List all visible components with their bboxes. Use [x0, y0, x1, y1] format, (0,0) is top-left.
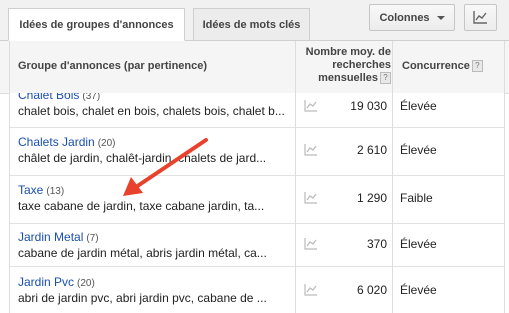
monthly-searches-value: 6 020	[356, 283, 387, 297]
tab-ad-group-ideas[interactable]: Idées de groupes d'annonces	[8, 8, 185, 41]
ad-group-link[interactable]: Jardin Pvc (20)	[18, 275, 95, 289]
tab-keyword-ideas[interactable]: Idées de mots clés	[193, 8, 310, 40]
keyword-list: chalet bois, chalet en bois, chalets boi…	[18, 104, 285, 118]
column-header-searches-line1: Nombre moy. de	[305, 46, 391, 58]
column-header-searches-line3: mensuelles	[318, 72, 378, 84]
table-row: Chalet Bois (37) chalet bois, chalet en b…	[10, 93, 504, 128]
ad-group-name: Jardin Metal	[18, 230, 84, 244]
columns-button[interactable]: Colonnes	[369, 4, 455, 31]
competition-value: Élevée	[400, 143, 437, 157]
keyword-list: cabane de jardin métal, abris jardin mét…	[18, 246, 267, 260]
ad-group-link[interactable]: Chalets Jardin (20)	[18, 135, 116, 149]
help-icon[interactable]: ?	[380, 72, 391, 85]
column-divider	[392, 41, 393, 313]
ad-group-link[interactable]: Chalet Bois (37)	[18, 93, 100, 102]
ad-group-name: Chalets Jardin	[18, 135, 95, 149]
competition-value: Faible	[400, 191, 433, 205]
column-header-ad-group-label: Groupe d'annonces (par pertinence)	[18, 60, 208, 72]
monthly-searches-value: 2 610	[356, 143, 387, 157]
ad-group-link[interactable]: Jardin Metal (7)	[18, 230, 99, 244]
ad-group-count: (7)	[86, 233, 99, 244]
column-divider	[295, 41, 296, 313]
ad-group-count: (20)	[97, 138, 116, 149]
keyword-list: abri de jardin pvc, abri jardin pvc, cab…	[18, 291, 267, 305]
competition-value: Élevée	[400, 237, 437, 251]
columns-button-label: Colonnes	[379, 11, 430, 24]
table-body: Chalet Bois (37) chalet bois, chalet en b…	[0, 93, 509, 313]
competition-value: Élevée	[400, 283, 437, 297]
column-header-monthly-searches[interactable]: Nombre moy. de recherches mensuelles?	[296, 46, 391, 85]
keyword-list: châlet de jardin, chalêt-jardin, chalets…	[18, 151, 267, 165]
column-header-competition[interactable]: Concurrence?	[402, 60, 483, 73]
table-row: Chalets Jardin (20) châlet de jardin, cha…	[10, 128, 504, 176]
ad-group-name: Chalet Bois	[18, 93, 80, 102]
chart-button[interactable]	[464, 4, 497, 31]
ad-group-count: (37)	[82, 93, 101, 102]
top-toolbar: Idées de groupes d'annonces Idées de mot…	[0, 0, 509, 41]
table-row: Taxe (13) taxe cabane de jardin, taxe cab…	[10, 176, 504, 224]
help-icon[interactable]: ?	[471, 60, 483, 73]
table-header: Groupe d'annonces (par pertinence) Nombr…	[0, 41, 509, 94]
monthly-searches-value: 370	[366, 237, 387, 251]
tab-ad-group-ideas-label: Idées de groupes d'annonces	[19, 18, 174, 31]
column-header-ad-group[interactable]: Groupe d'annonces (par pertinence)	[18, 60, 207, 72]
keyword-list: taxe cabane de jardin, taxe cabane jardi…	[18, 199, 265, 213]
column-header-searches-line2: recherches	[332, 59, 391, 71]
chevron-down-icon	[436, 15, 445, 20]
ad-group-count: (13)	[46, 186, 65, 197]
competition-value: Élevée	[400, 99, 437, 113]
table-row: Jardin Metal (7) cabane de jardin métal, …	[10, 224, 504, 267]
column-divider	[504, 41, 505, 313]
ad-group-name: Jardin Pvc	[18, 275, 75, 289]
monthly-searches-value: 1 290	[356, 191, 387, 205]
column-divider	[9, 41, 10, 313]
monthly-searches-value: 19 030	[350, 99, 387, 113]
ad-group-link[interactable]: Taxe (13)	[18, 183, 64, 197]
line-chart-icon	[473, 11, 487, 24]
ad-group-name: Taxe	[18, 183, 44, 197]
table-row: Jardin Pvc (20) abri de jardin pvc, abri …	[10, 267, 504, 313]
column-header-competition-label: Concurrence	[402, 60, 470, 72]
tab-keyword-ideas-label: Idées de mots clés	[202, 18, 301, 31]
ad-group-count: (20)	[77, 278, 95, 289]
